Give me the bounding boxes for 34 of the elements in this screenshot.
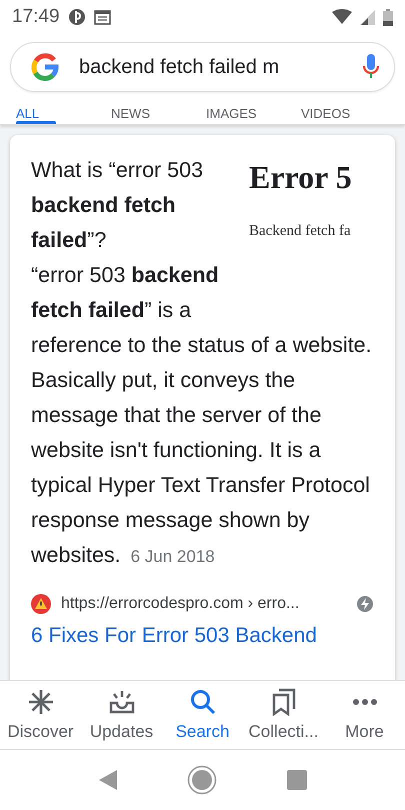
signal-icon	[360, 10, 375, 24]
battery-icon	[383, 8, 393, 26]
recents-icon[interactable]	[286, 770, 306, 790]
snippet-heading: What is “error 503 backend fetch failed”?	[31, 157, 204, 254]
status-time: 17:49	[12, 6, 60, 28]
lightning-icon	[357, 596, 373, 612]
page-thumbnail: Error 5 Backend fetch fa	[249, 159, 353, 241]
search-icon	[190, 689, 216, 715]
filter-tab[interactable]: IMAGES	[206, 104, 301, 124]
nav-tab[interactable]: Discover	[0, 681, 80, 749]
filter-tab[interactable]: VIDEOS	[301, 104, 396, 124]
filter-tab[interactable]: ALL	[16, 104, 111, 124]
search-field[interactable]: backend fetch failed m	[10, 42, 395, 92]
bookmarks-icon	[272, 688, 296, 716]
result-url[interactable]: https://errorcodespro.com › erro...	[61, 595, 347, 613]
warning-icon	[31, 594, 51, 614]
asterisk-icon	[28, 689, 54, 715]
microphone-icon[interactable]	[362, 53, 380, 81]
more-icon	[352, 698, 378, 706]
calendar-icon	[94, 10, 111, 24]
nav-tab[interactable]: Search	[162, 681, 242, 749]
google-logo-icon	[31, 53, 59, 81]
filter-tab[interactable]: NEWS	[111, 104, 206, 124]
snippet-date: 6 Jun 2018	[130, 547, 215, 566]
vpn-icon	[68, 8, 86, 26]
nav-tab[interactable]: Updates	[82, 681, 162, 749]
back-icon[interactable]	[98, 770, 116, 790]
nav-tab[interactable]: Collecti...	[244, 681, 324, 749]
nav-tab[interactable]: More	[324, 681, 404, 749]
inbox-icon	[108, 689, 136, 715]
wifi-icon	[332, 9, 352, 25]
home-icon[interactable]	[186, 765, 216, 795]
result-title-link[interactable]: 6 Fixes For Error 503 Backend	[31, 624, 373, 648]
snippet-text: “error 503 backend fetch failed” is a reference to the status of a website. Basically put, it conveys the message that the server of the website isn't functioning. It is a typical Hyper Text Transfer Protocol response message shown by websites. 6 Jun 2018	[31, 262, 373, 569]
